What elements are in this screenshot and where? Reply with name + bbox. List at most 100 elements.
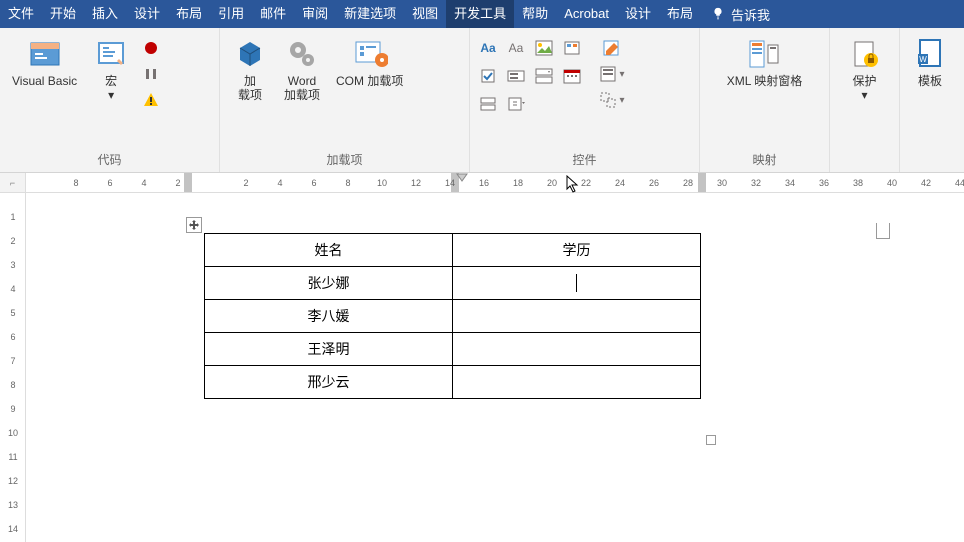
document-container: 1234567891011121314 姓名 学历 张少娜 李八媛 王泽明 [0, 193, 964, 542]
ruler-tick: 5 [0, 308, 26, 318]
table-cell[interactable]: 邢少云 [205, 366, 453, 399]
header-cell-name[interactable]: 姓名 [205, 234, 453, 267]
combobox-icon [507, 68, 525, 84]
ruler-tick: 13 [0, 500, 26, 510]
visual-basic-label: Visual Basic [12, 74, 77, 88]
menu-file[interactable]: 文件 [0, 0, 42, 28]
com-addins-icon [352, 38, 388, 70]
record-macro-button[interactable] [139, 36, 163, 60]
plain-text-control[interactable]: Aa [504, 36, 528, 60]
menu-home[interactable]: 开始 [42, 0, 84, 28]
menu-insert[interactable]: 插入 [84, 0, 126, 28]
table-cell[interactable] [453, 333, 701, 366]
table-row[interactable]: 李八媛 [205, 300, 701, 333]
ribbon-group-mapping: XML 映射窗格 映射 [700, 28, 830, 172]
table-row[interactable]: 王泽明 [205, 333, 701, 366]
ruler-tick: 44 [950, 173, 964, 192]
addins-button[interactable]: 加 载项 [226, 32, 274, 107]
visual-basic-button[interactable]: Visual Basic [6, 32, 83, 92]
table-cell[interactable]: 李八媛 [205, 300, 453, 333]
menu-design[interactable]: 设计 [126, 0, 168, 28]
ruler-tick: 32 [746, 173, 766, 192]
ruler-tick: 8 [0, 380, 26, 390]
properties-button[interactable]: ▾ [598, 62, 626, 86]
checkbox-control[interactable] [476, 64, 500, 88]
document-table[interactable]: 姓名 学历 张少娜 李八媛 王泽明 邢少云 [204, 233, 701, 399]
ribbon: Visual Basic 宏▾ [0, 28, 964, 173]
picture-icon [535, 40, 553, 56]
menu-review[interactable]: 审阅 [294, 0, 336, 28]
table-cell[interactable]: 张少娜 [205, 267, 453, 300]
vertical-ruler[interactable]: 1234567891011121314 [0, 193, 26, 542]
macros-button[interactable]: 宏▾ [87, 32, 135, 107]
tell-me-search[interactable]: 告诉我 [701, 5, 780, 24]
template-label: 模板 [918, 74, 942, 88]
menu-newtab[interactable]: 新建选项 [336, 0, 404, 28]
ruler-tick: 38 [848, 173, 868, 192]
menu-bar: 文件 开始 插入 设计 布局 引用 邮件 审阅 新建选项 视图 开发工具 帮助 … [0, 0, 964, 28]
dropdown-control[interactable] [532, 64, 556, 88]
ruler-tick: 10 [0, 428, 26, 438]
ruler-tick: 10 [372, 173, 392, 192]
ruler-tick: 8 [338, 173, 358, 192]
ruler-tick: 18 [508, 173, 528, 192]
table-row[interactable]: 姓名 学历 [205, 234, 701, 267]
repeat-icon [479, 96, 497, 112]
menu-developer[interactable]: 开发工具 [446, 0, 514, 28]
building-block-control[interactable] [560, 36, 584, 60]
column-break-indicator [876, 223, 890, 239]
calendar-icon [563, 68, 581, 84]
plain-text-icon: Aa [509, 41, 524, 55]
template-icon: W [916, 38, 944, 70]
repeating-control[interactable] [476, 92, 500, 116]
xml-mapping-label: XML 映射窗格 [727, 74, 803, 88]
ruler-tick: 36 [814, 173, 834, 192]
group-button[interactable]: ▾ [598, 88, 626, 112]
table-resize-handle[interactable] [706, 435, 716, 445]
ruler-tick: 11 [0, 452, 26, 462]
menu-references[interactable]: 引用 [210, 0, 252, 28]
header-cell-education[interactable]: 学历 [453, 234, 701, 267]
table-row[interactable]: 张少娜 [205, 267, 701, 300]
table-move-handle[interactable] [186, 217, 202, 233]
macro-security-button[interactable] [139, 88, 163, 112]
menu-mail[interactable]: 邮件 [252, 0, 294, 28]
word-addins-button[interactable]: Word 加载项 [278, 32, 326, 107]
com-addins-button[interactable]: COM 加载项 [330, 32, 409, 92]
menu-layout[interactable]: 布局 [168, 0, 210, 28]
table-row[interactable]: 邢少云 [205, 366, 701, 399]
document-page[interactable]: 姓名 学历 张少娜 李八媛 王泽明 邢少云 [26, 193, 964, 542]
picture-control[interactable] [532, 36, 556, 60]
design-mode-button[interactable] [598, 36, 626, 60]
template-button[interactable]: W 模板 [906, 32, 954, 92]
legacy-tools-control[interactable] [504, 92, 528, 116]
menu-help[interactable]: 帮助 [514, 0, 556, 28]
menu-acrobat[interactable]: Acrobat [556, 0, 617, 28]
rich-text-control[interactable]: Aa [476, 36, 500, 60]
svg-text:W: W [919, 55, 927, 64]
visual-basic-icon [27, 37, 63, 71]
menu-view[interactable]: 视图 [404, 0, 446, 28]
ruler-tick: 28 [678, 173, 698, 192]
ruler-tick: 42 [916, 173, 936, 192]
ruler-tick: 8 [66, 173, 86, 192]
menu-table-design[interactable]: 设计 [617, 0, 659, 28]
group-label-controls: 控件 [476, 149, 693, 170]
move-icon [188, 219, 200, 231]
table-cell[interactable]: 王泽明 [205, 333, 453, 366]
legacy-icon [507, 96, 525, 112]
pause-macro-button[interactable] [139, 62, 163, 86]
table-cell[interactable] [453, 366, 701, 399]
combobox-control[interactable] [504, 64, 528, 88]
macros-icon [93, 37, 129, 71]
table-cell[interactable] [453, 300, 701, 333]
table-cell[interactable] [453, 267, 701, 300]
menu-table-layout[interactable]: 布局 [659, 0, 701, 28]
protect-button[interactable]: 保护▾ [841, 32, 889, 107]
xml-mapping-button[interactable]: XML 映射窗格 [721, 32, 809, 92]
date-control[interactable] [560, 64, 584, 88]
margin-marker-right[interactable] [698, 173, 706, 192]
ruler-tick: 4 [134, 173, 154, 192]
horizontal-ruler[interactable]: ⌐ 86422468101214161820222426283032343638… [0, 173, 964, 193]
properties-icon [599, 65, 619, 83]
